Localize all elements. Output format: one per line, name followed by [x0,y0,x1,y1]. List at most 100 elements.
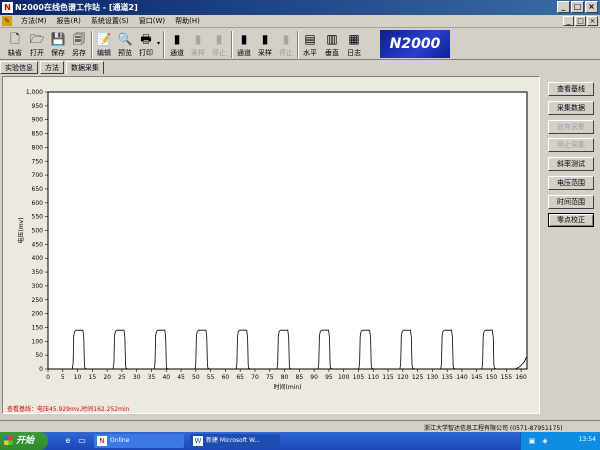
vertical-icon: ▥ [326,32,338,46]
x-tick-label: 110 [368,374,380,381]
save-as-button[interactable]: 🗐 另存 [68,30,90,60]
edit-label: 编辑 [97,49,111,57]
minimize-button[interactable]: _ [557,1,570,13]
x-tick-label: 105 [353,374,365,381]
vertical-label: 垂直 [325,49,339,57]
tab-data-acquisition[interactable]: 数据采集 [66,61,104,74]
mdi-minimize-button[interactable]: _ [563,16,574,26]
x-tick-label: 120 [397,374,409,381]
x-tick-label: 140 [456,374,468,381]
y-tick-label: 300 [32,283,44,290]
y-tick-label: 550 [32,214,44,221]
y-tick-label: 150 [32,324,44,331]
y-tick-label: 400 [32,255,44,262]
menu-bar: ✎ 方法(M) 报告(R) 系统设置(S) 窗口(W) 帮助(H) _ □ × [0,15,600,28]
menu-system-settings[interactable]: 系统设置(S) [86,16,134,26]
x-tick-label: 10 [74,374,82,381]
online-app-icon: N [97,436,107,446]
sample1-button[interactable]: ▮ 采样 [187,30,209,60]
x-tick-label: 50 [192,374,200,381]
print-button[interactable]: 🖶 打印 [135,30,157,60]
sample1-icon: ▮ [194,32,202,46]
sample2-button[interactable]: ▮ 采样 [254,30,276,60]
start-label: 开始 [16,436,35,446]
x-tick-label: 15 [89,374,97,381]
x-tick-label: 150 [486,374,498,381]
horizontal-label: 水平 [303,49,317,57]
y-tick-label: 800 [32,144,44,151]
time-range-button[interactable]: 时间范围 [548,195,594,209]
zero-calibration-button[interactable]: 零点校正 [548,213,594,227]
stop2-button[interactable]: ▮ 停止 [275,30,297,60]
y-tick-label: 700 [32,172,44,179]
save-as-icon: 🗐 [73,32,85,46]
horizontal-button[interactable]: ▤ 水平 [299,30,321,60]
y-tick-label: 100 [32,338,44,345]
voltage-range-button[interactable]: 电压范围 [548,176,594,190]
n2000-logo: N2000 [380,30,450,58]
preview-icon: 🔍 [117,32,133,46]
task-word-label: 新建 Microsoft W... [206,437,261,444]
document-icon[interactable]: ✎ [2,16,12,26]
x-tick-label: 135 [441,374,453,381]
preview-button[interactable]: 🔍 预览 [114,30,136,60]
x-tick-label: 60 [222,374,230,381]
mdi-restore-button[interactable]: □ [575,16,586,26]
menu-method[interactable]: 方法(M) [16,16,52,26]
task-online[interactable]: N Online [94,434,184,448]
channel2-button[interactable]: ▮ 通道 [233,30,255,60]
taskbar: 开始 e ▭ N Online W 新建 Microsoft W... ▣ ◈ … [0,432,600,450]
open-button[interactable]: 🗁 打开 [26,30,48,60]
x-tick-label: 160 [515,374,527,381]
x-tick-label: 5 [61,374,65,381]
start-button[interactable]: 开始 [0,432,48,450]
channel2-label: 通道 [237,49,251,57]
tab-method[interactable]: 方法 [40,61,64,74]
network-icon[interactable]: ▣ [527,436,537,446]
y-tick-label: 850 [32,131,44,138]
log-icon: ▦ [348,32,360,46]
stop-acquisition-button[interactable]: 停止采集 [548,138,594,152]
y-tick-label: 50 [35,352,43,359]
acquire-data-button[interactable]: 采集数据 [548,101,594,115]
channel1-icon: ▮ [173,32,181,46]
abort-acquisition-button[interactable]: 放弃采集 [548,120,594,134]
toolbar: 🗋 缺省 🗁 打开 💾 保存 🗐 另存 📝 编辑 🔍 预览 🖶 打印 ▾ ▮ 通道 ▮ 采样 ▮ 停… [0,28,600,60]
log-button[interactable]: ▦ 日志 [343,30,365,60]
channel1-button[interactable]: ▮ 通道 [166,30,188,60]
view-baseline-button[interactable]: 查看基线 [548,82,594,96]
x-tick-label: 45 [177,374,185,381]
menu-help[interactable]: 帮助(H) [170,16,205,26]
close-button[interactable]: × [585,1,598,13]
tab-experiment-info[interactable]: 实验信息 [0,61,38,74]
task-online-label: Online [110,437,130,444]
stop2-icon: ▮ [282,32,290,46]
x-tick-label: 75 [266,374,274,381]
mdi-close-button[interactable]: × [587,16,598,26]
edit-button[interactable]: 📝 编辑 [93,30,115,60]
app-icon[interactable]: N [2,2,13,13]
ie-icon[interactable]: e [62,435,74,447]
slope-test-button[interactable]: 斜率测试 [548,157,594,171]
save-disk-icon: 💾 [50,32,66,46]
chromatogram-chart: 0501001502002503003504004505005506006507… [17,89,528,391]
stop1-button[interactable]: ▮ 停止 [208,30,230,60]
save-button[interactable]: 💾 保存 [47,30,69,60]
menu-report[interactable]: 报告(R) [52,16,86,26]
task-word-doc[interactable]: W 新建 Microsoft W... [190,434,280,448]
x-tick-label: 30 [133,374,141,381]
show-desktop-icon[interactable]: ▭ [76,435,88,447]
y-tick-label: 450 [32,241,44,248]
system-tray: ▣ ◈ 13:54 [520,432,600,450]
maximize-button[interactable]: □ [571,1,584,13]
x-tick-label: 40 [162,374,170,381]
menu-window[interactable]: 窗口(W) [134,16,170,26]
print-dropdown-arrow[interactable]: ▾ [157,40,160,47]
toolbar-separator [163,31,165,58]
x-tick-label: 85 [296,374,304,381]
default-button[interactable]: 🗋 缺省 [4,30,26,60]
volume-icon[interactable]: ◈ [540,436,550,446]
y-tick-label: 650 [32,186,44,193]
vertical-button[interactable]: ▥ 垂直 [321,30,343,60]
save-as-label: 另存 [72,49,86,57]
